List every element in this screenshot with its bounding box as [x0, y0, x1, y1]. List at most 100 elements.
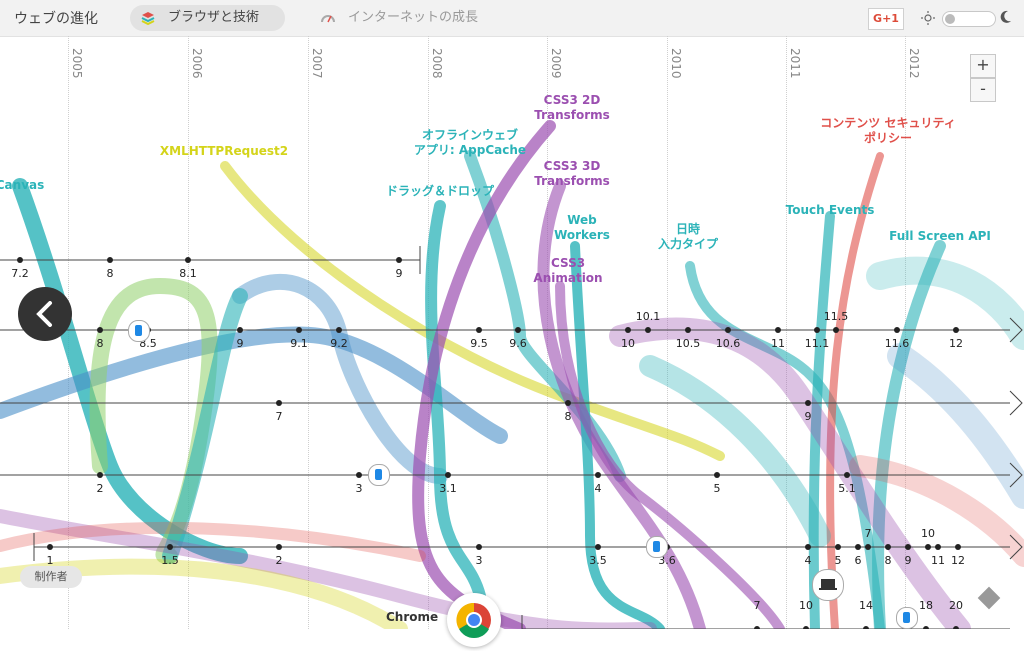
version-label: 5 [713, 482, 721, 495]
version-dot[interactable] [97, 327, 103, 333]
laptop-icon[interactable] [812, 569, 844, 601]
zoom-out-button[interactable]: - [970, 78, 996, 102]
app-title: ウェブの進化 [14, 11, 98, 27]
version-dot[interactable] [833, 327, 839, 333]
version-dot[interactable] [185, 257, 191, 263]
feature-label[interactable]: Web Workers [554, 213, 610, 243]
version-label: 9 [904, 554, 912, 567]
version-dot[interactable] [237, 327, 243, 333]
version-label: 9 [804, 410, 812, 423]
version-dot[interactable] [955, 544, 961, 550]
version-dot[interactable] [296, 327, 302, 333]
feature-label[interactable]: CSS3 2D Transforms [534, 93, 610, 123]
version-label: 2 [275, 554, 283, 567]
version-label: 7 [753, 599, 761, 612]
google-plus-button[interactable]: G+1 [868, 8, 904, 30]
version-dot[interactable] [935, 544, 941, 550]
version-dot[interactable] [97, 472, 103, 478]
version-dot[interactable] [925, 544, 931, 550]
mobile-icon[interactable] [128, 320, 150, 342]
version-dot[interactable] [625, 327, 631, 333]
version-label: 9.2 [330, 337, 348, 350]
version-dot[interactable] [814, 327, 820, 333]
version-dot[interactable] [865, 544, 871, 550]
gauge-icon [321, 15, 335, 23]
version-dot[interactable] [885, 544, 891, 550]
version-dot[interactable] [714, 472, 720, 478]
version-label: 5.1 [838, 482, 856, 495]
version-label: 8 [96, 337, 104, 350]
version-dot[interactable] [47, 544, 53, 550]
mobile-icon[interactable] [896, 607, 918, 629]
version-label: 4 [594, 482, 602, 495]
version-dot[interactable] [905, 544, 911, 550]
version-dot[interactable] [476, 327, 482, 333]
version-dot[interactable] [565, 400, 571, 406]
version-dot[interactable] [805, 400, 811, 406]
version-dot[interactable] [685, 327, 691, 333]
version-dot[interactable] [894, 327, 900, 333]
version-dot[interactable] [167, 544, 173, 550]
version-dot[interactable] [835, 544, 841, 550]
version-dot[interactable] [855, 544, 861, 550]
version-dot[interactable] [107, 257, 113, 263]
feature-label[interactable]: Touch Events [786, 203, 875, 218]
version-dot[interactable] [356, 472, 362, 478]
feature-label[interactable]: 日時 入力タイプ [658, 222, 718, 252]
version-label: 10 [621, 337, 635, 350]
version-label: 10 [799, 599, 813, 612]
tab-browsers-and-tech[interactable]: ブラウザと技術 [130, 5, 285, 31]
version-dot[interactable] [336, 327, 342, 333]
toggle-knob [945, 14, 955, 24]
version-label: 7 [275, 410, 283, 423]
version-label: 10 [921, 527, 935, 540]
version-label: 11.5 [823, 310, 849, 323]
feature-label[interactable]: コンテンツ セキュリティ ポリシー [820, 116, 955, 146]
feature-ribbon [866, 256, 1024, 350]
mobile-icon[interactable] [368, 464, 390, 486]
version-label: 7.2 [11, 267, 29, 280]
version-dot[interactable] [805, 544, 811, 550]
theme-toggle[interactable] [942, 11, 996, 27]
feature-label[interactable]: Canvas [0, 178, 44, 193]
feature-label[interactable]: オフラインウェブ アプリ: AppCache [414, 128, 526, 158]
feature-label[interactable]: CSS3 3D Transforms [534, 159, 610, 189]
feature-label[interactable]: CSS3 Animation [533, 256, 602, 286]
version-label: 9.5 [470, 337, 488, 350]
credits-button[interactable]: 制作者 [20, 566, 82, 588]
version-dot[interactable] [396, 257, 402, 263]
version-label: 3.5 [589, 554, 607, 567]
version-label: 18 [919, 599, 933, 612]
feature-label[interactable]: Full Screen API [889, 229, 991, 244]
version-dot[interactable] [953, 327, 959, 333]
version-label: 11 [931, 554, 945, 567]
tab-internet-growth[interactable]: インターネットの成長 [310, 5, 530, 31]
version-dot[interactable] [775, 327, 781, 333]
version-label: 10.1 [635, 310, 661, 323]
version-dot[interactable] [595, 472, 601, 478]
version-dot[interactable] [476, 544, 482, 550]
version-dot[interactable] [515, 327, 521, 333]
mobile-icon[interactable] [646, 536, 668, 558]
version-dot[interactable] [645, 327, 651, 333]
feature-ribbon [685, 261, 885, 629]
version-dot[interactable] [595, 544, 601, 550]
feature-ribbon [537, 180, 706, 629]
back-button[interactable] [18, 287, 72, 341]
version-label: 20 [949, 599, 963, 612]
feature-label[interactable]: ドラッグ＆ドロップ [386, 184, 494, 199]
version-dot[interactable] [276, 400, 282, 406]
chrome-logo-icon[interactable] [447, 593, 501, 647]
version-dot[interactable] [445, 472, 451, 478]
feature-label[interactable]: XMLHTTPRequest2 [160, 144, 288, 159]
version-dot[interactable] [844, 472, 850, 478]
version-dot[interactable] [17, 257, 23, 263]
lane-arrow-icon [1009, 390, 1023, 416]
version-label: 5 [834, 554, 842, 567]
version-dot[interactable] [725, 327, 731, 333]
tab-label: ブラウザと技術 [168, 10, 260, 25]
version-dot[interactable] [276, 544, 282, 550]
version-label: 11.6 [884, 337, 910, 350]
zoom-in-button[interactable]: + [970, 54, 996, 78]
version-label: 9.1 [290, 337, 308, 350]
